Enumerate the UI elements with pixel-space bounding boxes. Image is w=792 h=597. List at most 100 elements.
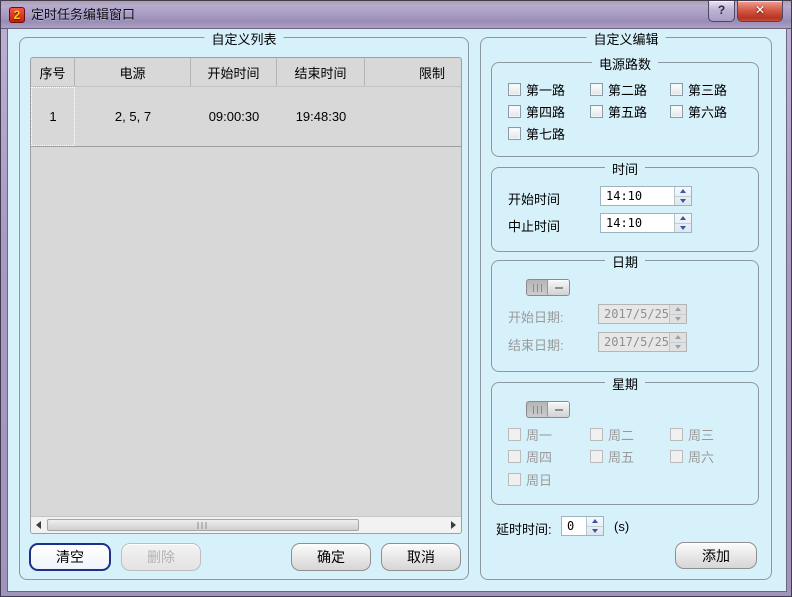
spin-up-button — [670, 333, 686, 343]
spin-up-icon — [675, 307, 681, 311]
cell-index: 1 — [31, 87, 75, 146]
checkbox-thursday-label: 周四 — [526, 447, 552, 466]
custom-edit-title: 自定义编辑 — [586, 29, 665, 48]
spin-down-button[interactable] — [675, 197, 691, 206]
checkbox-thursday: 周四 — [508, 449, 552, 464]
toggle-grip-icon — [533, 406, 544, 414]
checkbox-channel-6[interactable]: 第六路 — [670, 104, 727, 119]
cancel-button[interactable]: 取消 — [381, 543, 461, 571]
start-time-spinner[interactable]: 14:10 — [600, 186, 692, 206]
clear-button[interactable]: 清空 — [29, 543, 111, 571]
date-enable-toggle[interactable] — [526, 279, 570, 296]
checkbox-tuesday: 周二 — [590, 427, 634, 442]
spin-up-button[interactable] — [675, 214, 691, 224]
spinner-buttons — [669, 305, 686, 323]
end-date-spinner: 2017/5/25 — [598, 332, 687, 352]
spin-down-icon — [675, 317, 681, 321]
spin-down-button[interactable] — [587, 527, 603, 536]
delay-unit: (s) — [614, 519, 629, 534]
toggle-grip-icon — [533, 284, 544, 292]
delay-spinner[interactable]: 0 — [561, 516, 604, 536]
spin-up-icon — [592, 519, 598, 523]
checkbox-icon — [670, 83, 683, 96]
scroll-left-button[interactable] — [31, 517, 46, 533]
cell-end-time: 19:48:30 — [277, 87, 365, 146]
week-groupbox: 星期 周一 周二 周三 — [491, 382, 759, 505]
checkbox-sunday: 周日 — [508, 472, 552, 487]
spin-down-button — [670, 315, 686, 324]
spin-up-icon — [680, 189, 686, 193]
ok-button[interactable]: 确定 — [291, 543, 371, 571]
delete-button[interactable]: 删除 — [121, 543, 201, 571]
add-button[interactable]: 添加 — [675, 542, 757, 569]
checkbox-icon — [508, 83, 521, 96]
arrow-left-icon — [36, 521, 41, 529]
checkbox-channel-7[interactable]: 第七路 — [508, 126, 565, 141]
spin-down-button — [670, 343, 686, 352]
spin-up-icon — [675, 335, 681, 339]
cell-start-time: 09:00:30 — [191, 87, 277, 146]
cell-limit — [365, 87, 461, 146]
spin-up-button — [670, 305, 686, 315]
checkbox-friday: 周五 — [590, 449, 634, 464]
scroll-thumb[interactable] — [47, 519, 359, 531]
checkbox-channel-2[interactable]: 第二路 — [590, 82, 647, 97]
spin-up-icon — [680, 216, 686, 220]
ok-button-label: 确定 — [317, 547, 345, 567]
checkbox-icon — [590, 83, 603, 96]
checkbox-icon — [508, 105, 521, 118]
checkbox-channel-4[interactable]: 第四路 — [508, 104, 565, 119]
checkbox-monday: 周一 — [508, 427, 552, 442]
checkbox-icon — [670, 450, 683, 463]
checkbox-icon — [508, 450, 521, 463]
spin-down-button[interactable] — [675, 224, 691, 233]
task-table: 序号 电源 开始时间 结束时间 限制 1 2, 5, 7 09:00:30 19… — [30, 57, 462, 534]
spin-down-icon — [592, 529, 598, 533]
col-header-index: 序号 — [31, 58, 75, 86]
spinner-buttons — [669, 333, 686, 351]
week-title: 星期 — [605, 374, 645, 393]
checkbox-channel-2-label: 第二路 — [608, 80, 647, 99]
checkbox-icon — [508, 127, 521, 140]
date-groupbox: 日期 开始日期: 2017/5/25 结束日期: — [491, 260, 759, 372]
close-icon: ✕ — [755, 3, 765, 17]
custom-edit-groupbox: 自定义编辑 电源路数 第一路 第二路 第三路 第四路 — [480, 37, 772, 580]
spin-up-button[interactable] — [675, 187, 691, 197]
window-title: 定时任务编辑窗口 — [31, 1, 135, 29]
toggle-dash-icon — [555, 287, 563, 289]
start-date-spinner: 2017/5/25 — [598, 304, 687, 324]
help-button[interactable]: ? — [708, 1, 735, 22]
help-icon: ? — [718, 3, 725, 17]
scroll-right-button[interactable] — [446, 517, 461, 533]
spinner-buttons — [674, 187, 691, 205]
checkbox-channel-4-label: 第四路 — [526, 102, 565, 121]
toggle-handle[interactable] — [547, 402, 569, 417]
checkbox-channel-1-label: 第一路 — [526, 80, 565, 99]
table-row[interactable]: 1 2, 5, 7 09:00:30 19:48:30 — [31, 87, 461, 147]
checkbox-channel-5[interactable]: 第五路 — [590, 104, 647, 119]
checkbox-channel-3[interactable]: 第三路 — [670, 82, 727, 97]
checkbox-channel-1[interactable]: 第一路 — [508, 82, 565, 97]
spin-up-button[interactable] — [587, 517, 603, 527]
stop-time-label: 中止时间 — [508, 216, 560, 235]
checkbox-icon — [508, 428, 521, 441]
checkbox-saturday-label: 周六 — [688, 447, 714, 466]
checkbox-icon — [508, 473, 521, 486]
horizontal-scrollbar[interactable] — [31, 516, 461, 533]
checkbox-icon — [590, 105, 603, 118]
checkbox-saturday: 周六 — [670, 449, 714, 464]
stop-time-spinner[interactable]: 14:10 — [600, 213, 692, 233]
time-title: 时间 — [605, 159, 645, 178]
dialog-body: 自定义列表 序号 电源 开始时间 结束时间 限制 1 2, 5, 7 09:00… — [8, 29, 786, 591]
clear-button-label: 清空 — [56, 547, 84, 567]
toggle-handle[interactable] — [547, 280, 569, 295]
checkbox-friday-label: 周五 — [608, 447, 634, 466]
close-button[interactable]: ✕ — [737, 1, 783, 22]
titlebar[interactable]: 2 定时任务编辑窗口 ? ✕ — [1, 1, 791, 29]
arrow-right-icon — [451, 521, 456, 529]
delay-label: 延时时间: — [496, 519, 552, 538]
start-time-value: 14:10 — [601, 187, 674, 205]
checkbox-icon — [590, 428, 603, 441]
dialog-window: 2 定时任务编辑窗口 ? ✕ 自定义列表 序号 电源 开始时间 结束时间 限制 … — [0, 0, 792, 597]
week-enable-toggle[interactable] — [526, 401, 570, 418]
